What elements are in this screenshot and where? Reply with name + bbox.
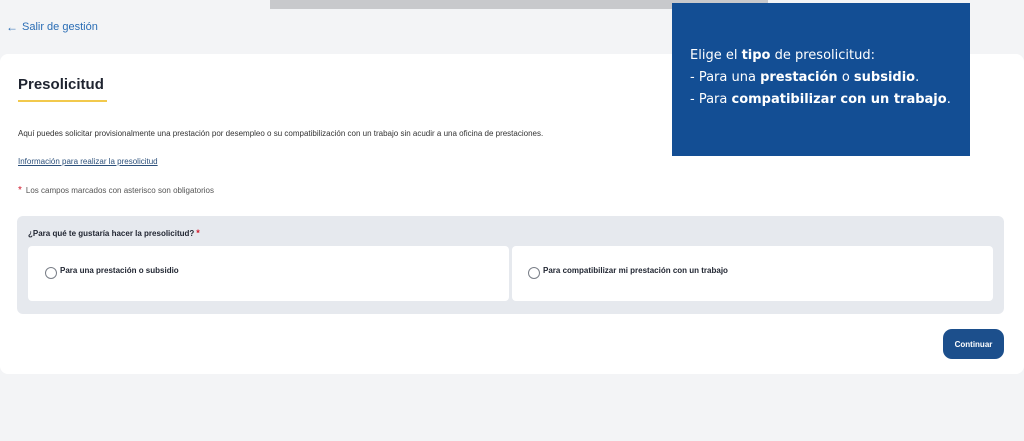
tooltip-text: de presolicitud: bbox=[770, 48, 875, 63]
tooltip-text: o bbox=[837, 70, 854, 85]
tooltip-text: . bbox=[946, 92, 951, 107]
option-benefit-subsidy[interactable]: Para una prestación o subsidio bbox=[28, 246, 509, 301]
help-tooltip: Elige el tipo de presolicitud: - Para un… bbox=[672, 3, 970, 156]
intro-text: Aquí puedes solicitar provisionalmente u… bbox=[18, 129, 544, 138]
tooltip-text: Elige el bbox=[690, 48, 742, 63]
tooltip-text: - Para bbox=[690, 92, 732, 107]
tooltip-line-2: - Para una prestación o subsidio. bbox=[690, 67, 970, 89]
title-underline bbox=[18, 100, 107, 102]
question-panel: ¿Para qué te gustaría hacer la presolici… bbox=[17, 216, 1004, 314]
tooltip-text: . bbox=[915, 70, 920, 85]
required-asterisk: * bbox=[196, 228, 200, 238]
radio-button[interactable] bbox=[45, 267, 57, 279]
tooltip-line-1: Elige el tipo de presolicitud: bbox=[690, 45, 970, 67]
question-text: ¿Para qué te gustaría hacer la presolici… bbox=[28, 229, 195, 238]
tooltip-bold: subsidio bbox=[853, 70, 916, 85]
exit-management-link[interactable]: ← Salir de gestión bbox=[6, 21, 98, 33]
tooltip-line-3: - Para compatibilizar con un trabajo. bbox=[690, 89, 970, 111]
info-link[interactable]: Información para realizar la presolicitu… bbox=[18, 157, 158, 166]
required-note-text: Los campos marcados con asterisco son ob… bbox=[25, 186, 214, 195]
tooltip-bold: compatibilizar con un trabajo bbox=[731, 92, 947, 107]
continue-button[interactable]: Continuar bbox=[943, 329, 1004, 359]
exit-management-label: Salir de gestión bbox=[22, 21, 98, 33]
required-asterisk: * bbox=[18, 185, 22, 196]
tooltip-text: - Para una bbox=[690, 70, 761, 85]
option-label: Para una prestación o subsidio bbox=[60, 266, 179, 275]
arrow-left-icon: ← bbox=[6, 20, 18, 34]
option-label: Para compatibilizar mi prestación con un… bbox=[543, 266, 728, 275]
option-compatibilize-job[interactable]: Para compatibilizar mi prestación con un… bbox=[512, 246, 993, 301]
page-title: Presolicitud bbox=[18, 76, 104, 93]
required-fields-note: * Los campos marcados con asterisco son o… bbox=[18, 185, 214, 196]
tooltip-bold: prestación bbox=[760, 70, 838, 85]
radio-button[interactable] bbox=[528, 267, 540, 279]
tooltip-bold: tipo bbox=[741, 48, 771, 63]
question-label: ¿Para qué te gustaría hacer la presolici… bbox=[28, 228, 200, 238]
